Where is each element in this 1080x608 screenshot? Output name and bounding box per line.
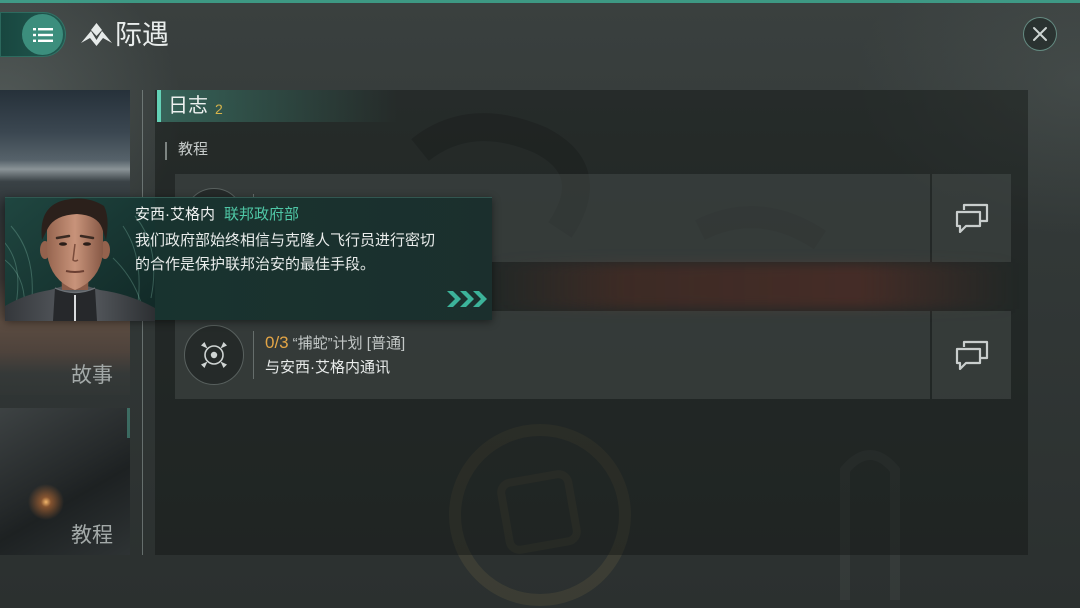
encounter-logo-icon	[81, 23, 112, 46]
sidebar-card-label: 教程	[71, 524, 113, 547]
task-chat-button[interactable]	[932, 174, 1011, 262]
task-heading: 0/3 “捕蛇”计划 [普通]	[265, 332, 405, 355]
task-subtitle: 与安西·艾格内通讯	[265, 359, 390, 376]
top-accent-line	[0, 0, 1080, 3]
triple-chevron-right-icon[interactable]	[445, 289, 489, 309]
sidebar-divider	[142, 90, 143, 555]
log-header: 日志 2	[157, 90, 397, 122]
speaker-name: 安西·艾格内	[135, 206, 215, 223]
task-title: “捕蛇”计划 [普通]	[292, 335, 406, 352]
page-title: 际遇	[115, 20, 169, 50]
sidebar-card-tutorial[interactable]: 教程	[0, 408, 130, 555]
dialog-speaker-row: 安西·艾格内 联邦政府部	[135, 205, 299, 225]
log-header-accent	[157, 90, 161, 122]
speaker-faction: 联邦政府部	[224, 206, 300, 223]
log-count-badge: 2	[215, 101, 223, 117]
menu-button[interactable]	[0, 12, 66, 57]
section-title: 教程	[178, 141, 209, 158]
dialog-text: 我们政府部始终相信与克隆人飞行员进行密切 的合作是保护联邦治安的最佳手段。	[135, 229, 435, 277]
close-button[interactable]	[1023, 17, 1057, 51]
chat-icon	[955, 340, 988, 370]
character-dialog[interactable]: 安西·艾格内 联邦政府部 我们政府部始终相信与克隆人飞行员进行密切 的合作是保护联…	[5, 197, 492, 321]
menu-icon	[32, 27, 53, 42]
section-marker	[165, 142, 167, 160]
card-edge-highlight	[127, 408, 130, 438]
task-divider	[253, 331, 254, 379]
dialog-line: 的合作是保护联邦治安的最佳手段。	[135, 256, 376, 273]
background-glow	[490, 263, 1015, 309]
menu-knob[interactable]	[22, 14, 63, 55]
task-chat-button[interactable]	[932, 311, 1011, 399]
task-progress: 0/3	[265, 333, 289, 352]
chat-icon	[955, 203, 988, 233]
character-portrait	[5, 198, 155, 321]
dialog-line: 我们政府部始终相信与克隆人飞行员进行密切	[135, 232, 436, 249]
target-icon	[201, 342, 227, 368]
task-row[interactable]: 0/3 “捕蛇”计划 [普通] 与安西·艾格内通讯	[175, 311, 930, 399]
sidebar-card-label: 故事	[71, 364, 113, 387]
close-icon	[1033, 27, 1047, 41]
log-title: 日志	[168, 95, 208, 117]
task-icon-badge	[184, 325, 244, 385]
